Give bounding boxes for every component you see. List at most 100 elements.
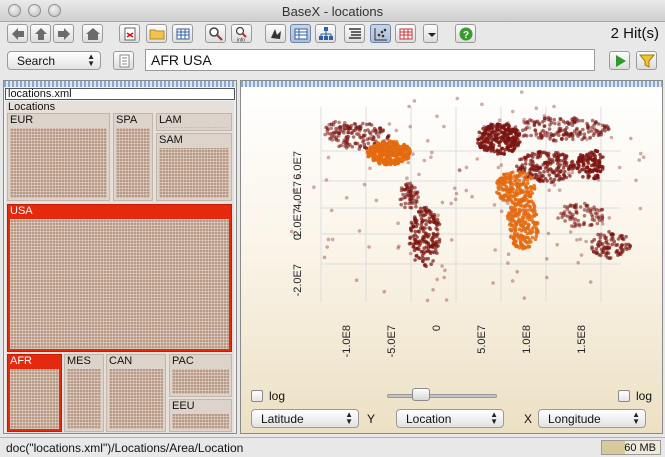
- views-menu-button[interactable]: [423, 24, 438, 43]
- plot-point: [519, 90, 524, 94]
- treemap-area-can[interactable]: CAN: [106, 354, 166, 432]
- plot-point: [550, 133, 554, 138]
- plot-point: [562, 156, 567, 160]
- plot-point: [411, 152, 415, 156]
- x-log-label: log: [636, 389, 653, 403]
- updown-arrows-icon: ▲ ▼: [87, 52, 95, 68]
- plot-point: [423, 212, 428, 217]
- plot-point: [596, 244, 601, 248]
- plot-view-button[interactable]: [370, 24, 391, 43]
- treemap-area-pac[interactable]: PAC: [169, 354, 232, 397]
- plot-point: [582, 132, 587, 136]
- treemap-area-afr[interactable]: AFR: [7, 354, 62, 432]
- memory-indicator[interactable]: 60 MB: [601, 440, 661, 455]
- plot-point: [515, 191, 519, 196]
- info-caption: info: [237, 38, 245, 43]
- plot-point: [609, 238, 614, 242]
- x-tick-label: -5.0E7: [386, 325, 398, 357]
- plot-point: [410, 183, 414, 188]
- plot-point: [512, 201, 517, 205]
- plot-point: [527, 199, 532, 204]
- run-query-button[interactable]: [609, 51, 630, 70]
- scatter-plot[interactable]: 6.0E74.0E72.0E70-2.0E7 -1.0E8 -5.0E7 0 5.0E…: [241, 87, 662, 377]
- x-log-checkbox[interactable]: [618, 390, 630, 402]
- plot-point: [499, 163, 504, 167]
- plot-point: [417, 172, 421, 177]
- plot-point: [331, 123, 336, 127]
- properties-button[interactable]: [172, 24, 193, 43]
- map-view-button[interactable]: [265, 24, 286, 43]
- y-tick-label: 0: [292, 234, 304, 240]
- plot-point: [429, 262, 433, 266]
- plot-point: [382, 289, 387, 294]
- plot-point: [422, 206, 426, 210]
- treemap-area-usa[interactable]: USA: [7, 204, 232, 352]
- plot-point: [398, 152, 403, 157]
- plot-point: [518, 241, 523, 245]
- list-icon: [349, 28, 361, 39]
- treemap-area-mes[interactable]: MES: [64, 354, 104, 432]
- help-button[interactable]: ?: [455, 24, 476, 43]
- panel-drag-handle[interactable]: [4, 81, 236, 87]
- plot-point: [482, 124, 486, 129]
- new-button[interactable]: [119, 24, 140, 43]
- plot-point: [556, 216, 560, 220]
- find-button[interactable]: [205, 24, 226, 43]
- plot-point: [482, 139, 487, 143]
- plot-point: [403, 201, 408, 206]
- plot-point: [350, 145, 355, 149]
- plot-point: [457, 168, 462, 172]
- search-mode-select[interactable]: Search ▲ ▼: [7, 51, 101, 70]
- plot-point: [530, 227, 534, 231]
- treemap-area-eur[interactable]: EUR: [7, 113, 110, 201]
- open-button[interactable]: [146, 24, 167, 43]
- plot-point: [521, 224, 526, 228]
- plot-points: [289, 90, 646, 303]
- plot-point: [579, 168, 583, 172]
- plot-point: [519, 183, 523, 187]
- plot-point: [512, 213, 516, 217]
- x-axis-select[interactable]: Longitude ▲ ▼: [538, 409, 646, 428]
- up-button[interactable]: [30, 24, 51, 43]
- filter-button[interactable]: [636, 51, 657, 70]
- y-axis-select[interactable]: Latitude ▲ ▼: [251, 409, 359, 428]
- input-history-button[interactable]: [113, 51, 134, 70]
- home-button[interactable]: [82, 24, 103, 43]
- plot-point: [586, 161, 591, 165]
- title-bar: BaseX - locations: [0, 0, 665, 22]
- treemap-area-sam[interactable]: SAM: [156, 133, 232, 201]
- y-log-checkbox[interactable]: [251, 390, 263, 402]
- plot-point: [527, 215, 532, 219]
- plot-point: [454, 191, 459, 196]
- treemap-area-lam[interactable]: LAM: [156, 113, 232, 131]
- plot-point: [510, 279, 515, 283]
- plot-point: [559, 137, 564, 141]
- plot-point: [573, 217, 578, 221]
- back-button[interactable]: [7, 24, 28, 43]
- forward-button[interactable]: [53, 24, 74, 43]
- slider-thumb[interactable]: [412, 388, 430, 401]
- plot-point: [520, 215, 525, 219]
- plot-point: [519, 229, 524, 233]
- query-input[interactable]: [145, 49, 595, 71]
- plot-point: [449, 238, 454, 242]
- plot-point: [372, 149, 377, 154]
- tree-view-button[interactable]: [315, 24, 336, 43]
- plot-point: [428, 227, 433, 231]
- plot-point: [529, 166, 534, 171]
- table-view-button[interactable]: [290, 24, 311, 43]
- plot-point: [420, 209, 424, 214]
- plot-point: [376, 141, 381, 145]
- info-button[interactable]: info: [231, 24, 252, 43]
- plot-point: [352, 122, 357, 126]
- plot-point: [377, 161, 382, 166]
- treemap-root-label[interactable]: locations.xml: [5, 88, 235, 100]
- folder-view-button[interactable]: [344, 24, 365, 43]
- point-size-slider[interactable]: [387, 394, 497, 398]
- plot-point: [523, 220, 528, 224]
- treemap-area-spa[interactable]: SPA: [113, 113, 153, 201]
- treemap-area-eeu[interactable]: EEU: [169, 399, 232, 432]
- text-view-button[interactable]: [395, 24, 416, 43]
- items-select[interactable]: Location ▲ ▼: [396, 409, 504, 428]
- plot-point: [374, 198, 379, 203]
